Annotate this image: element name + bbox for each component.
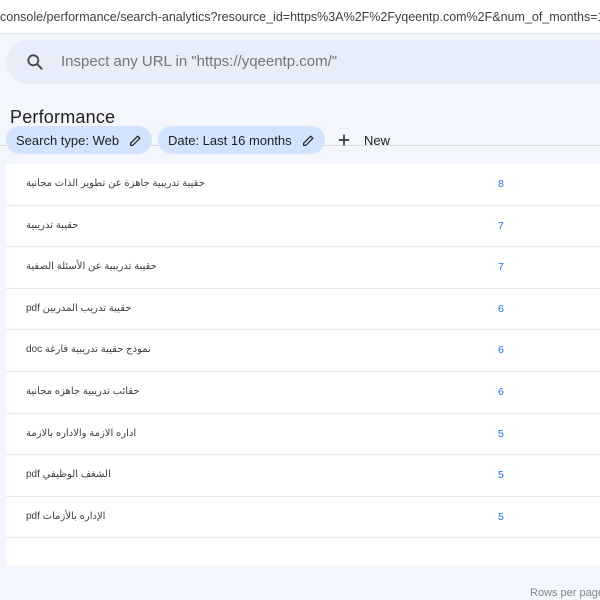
queries-table: حقيبة تدريبية جاهزة عن تطوير الذات مجاني…: [6, 164, 600, 566]
clicks-cell: 6: [498, 344, 504, 357]
query-cell[interactable]: حقيبة تدريبية جاهزة عن تطوير الذات مجاني…: [26, 164, 205, 204]
address-bar-url[interactable]: console/performance/search-analytics?res…: [0, 10, 600, 24]
query-cell[interactable]: الشغف الوظيفي pdf: [26, 455, 111, 495]
clicks-cell: 6: [498, 386, 504, 398]
rows-per-page-label: Rows per page: [530, 587, 600, 599]
clicks-cell: 5: [498, 469, 504, 482]
date-filter-chip[interactable]: Date: Last 16 months: [158, 126, 325, 154]
table-row[interactable]: حقيبة تدريب المدربين pdf 6: [6, 289, 600, 331]
query-cell[interactable]: حقيبة تدريب المدربين pdf: [26, 289, 131, 329]
url-inspection-search-bar[interactable]: [6, 40, 600, 84]
pencil-icon: [302, 135, 314, 146]
table-row[interactable]: الشغف الوظيفي pdf 5: [6, 455, 600, 497]
query-cell[interactable]: حقائب تدريبية جاهزه مجانية: [26, 372, 140, 412]
table-row[interactable]: حقيبة تدريبية 7: [6, 206, 600, 248]
new-filter-button[interactable]: New: [336, 126, 390, 154]
query-cell[interactable]: حقيبة تدريبية: [26, 206, 78, 246]
clicks-cell: 7: [498, 261, 504, 274]
search-type-filter-label: Search type: Web: [16, 132, 120, 148]
query-cell[interactable]: نموذج حقيبة تدريبية فارغة doc: [26, 330, 151, 370]
address-bar[interactable]: console/performance/search-analytics?res…: [0, 0, 600, 34]
table-row[interactable]: الإداره بالأزمات pdf 5: [6, 497, 600, 539]
new-filter-label: New: [364, 132, 391, 148]
clicks-cell: 5: [498, 427, 504, 440]
url-inspection-input[interactable]: [61, 40, 581, 84]
clicks-cell: 8: [498, 178, 504, 190]
clicks-cell: 6: [498, 302, 504, 315]
clicks-cell: 5: [498, 510, 504, 523]
table-row[interactable]: نموذج حقيبة تدريبية فارغة doc 6: [6, 330, 600, 372]
query-cell[interactable]: اداره الازمة والاداره بالازمة: [26, 414, 136, 454]
table-row[interactable]: حقيبة تدريبية عن الأسئلة الصفية 7: [6, 247, 600, 289]
table-row[interactable]: اداره الازمة والاداره بالازمة 5: [6, 414, 600, 456]
date-filter-label: Date: Last 16 months: [168, 132, 292, 148]
search-icon[interactable]: [25, 52, 45, 72]
search-type-filter-chip[interactable]: Search type: Web: [6, 126, 153, 154]
query-cell[interactable]: الإداره بالأزمات pdf: [26, 497, 105, 537]
page-title: Performance: [10, 107, 116, 127]
clicks-cell: 7: [498, 219, 504, 232]
table-row[interactable]: حقيبة تدريبية جاهزة عن تطوير الذات مجاني…: [6, 164, 600, 206]
table-row[interactable]: حقائب تدريبية جاهزه مجانية 6: [6, 372, 600, 414]
pencil-icon: [130, 135, 141, 146]
query-cell[interactable]: حقيبة تدريبية عن الأسئلة الصفية: [26, 247, 157, 287]
plus-icon: [338, 134, 350, 146]
